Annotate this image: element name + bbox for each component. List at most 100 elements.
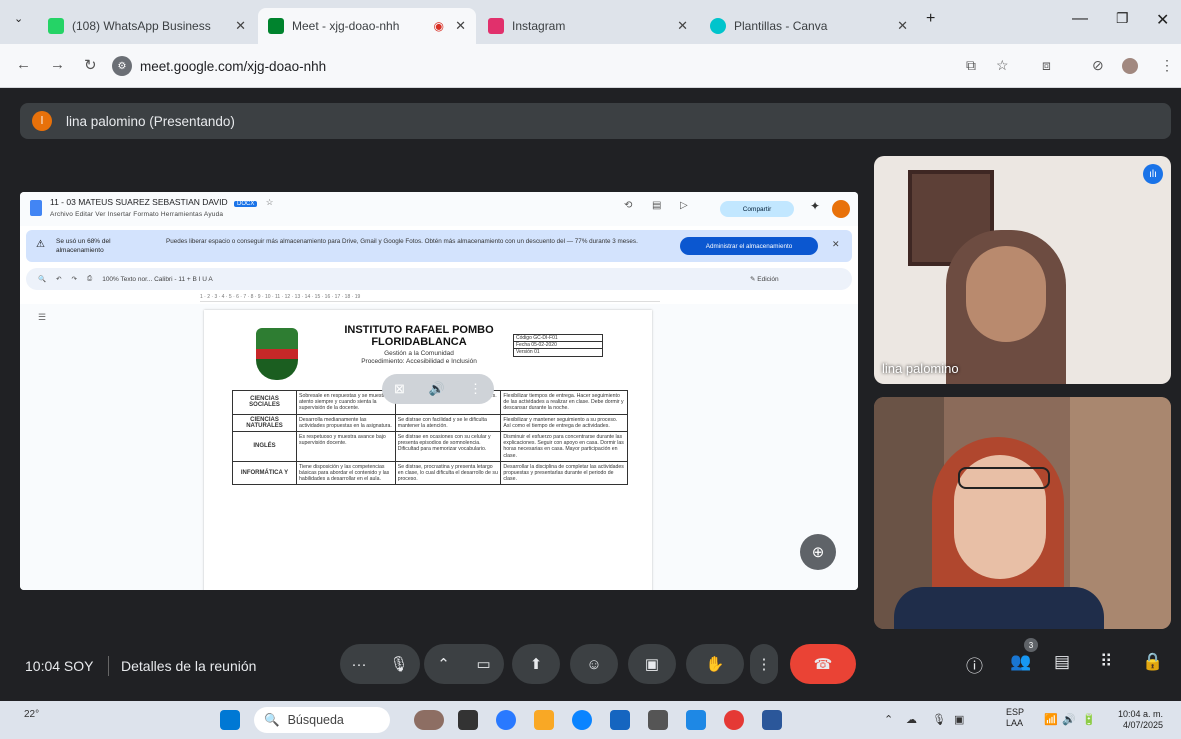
- participant-tile[interactable]: ılı lina palomino: [874, 156, 1171, 384]
- chat-icon[interactable]: ▤: [1054, 652, 1070, 672]
- meet-control-bar: 10:04 SOY Detalles de la reunión ··· 🎙 ⌃…: [0, 630, 1181, 700]
- tab-title: Instagram: [512, 19, 566, 33]
- tab-close-icon[interactable]: ✕: [897, 18, 908, 34]
- meet-icon: [268, 18, 284, 34]
- restore-icon[interactable]: ❐: [1116, 10, 1129, 27]
- meet-present-icon: ▷: [680, 200, 688, 211]
- tab-meet[interactable]: Meet - xjg-doao-nhh ◉ ✕: [258, 8, 476, 44]
- site-info-icon[interactable]: ⚙: [112, 56, 132, 76]
- participant-tile[interactable]: [874, 397, 1171, 629]
- more-options-button[interactable]: ⋮: [750, 644, 778, 684]
- table-cell: Se distrae con facilidad y se le dificul…: [394, 413, 502, 433]
- language-indicator[interactable]: ESP LAA: [1006, 707, 1024, 729]
- task-view-icon[interactable]: [458, 710, 478, 730]
- banner-close-icon: ✕: [832, 239, 840, 249]
- subject-cell: INGLÉS: [232, 431, 297, 462]
- widgets-icon[interactable]: [496, 710, 516, 730]
- tab-title: (108) WhatsApp Business: [72, 19, 211, 33]
- emoji-button[interactable]: ☺: [570, 644, 618, 684]
- battery-icon[interactable]: 🔋: [1082, 713, 1096, 726]
- share-button: Compartir: [720, 201, 794, 217]
- storage-banner: ⚠ Se usó un 68% del almacenamiento Puede…: [26, 230, 852, 262]
- windows-start-icon[interactable]: [220, 710, 240, 730]
- wifi-icon[interactable]: 📶: [1044, 713, 1058, 726]
- doc-toolbar: 🔍 ↶ ↷ ⎙ 100% Texto nor... Calibri - 11 +…: [26, 268, 852, 290]
- print-icon: ⎙: [87, 275, 93, 282]
- chrome-icon[interactable]: [724, 710, 744, 730]
- tab-canva[interactable]: Plantillas - Canva ✕: [700, 8, 918, 44]
- cloud-icon[interactable]: ☁: [906, 713, 917, 726]
- media-icon[interactable]: ⊘: [1092, 57, 1104, 74]
- presenter-avatar: l: [32, 111, 52, 131]
- meeting-info-icon[interactable]: ⓘ: [966, 652, 983, 677]
- audio-icon[interactable]: 🔊: [429, 381, 445, 397]
- edge-icon[interactable]: [572, 710, 592, 730]
- present-button[interactable]: ⬆: [512, 644, 560, 684]
- url-field[interactable]: ⚙ meet.google.com/xjg-doao-nhh: [112, 52, 912, 80]
- more-options-icon[interactable]: ⋮: [469, 381, 482, 397]
- window-close-icon[interactable]: ✕: [1156, 10, 1169, 30]
- copilot-icon[interactable]: [414, 710, 444, 730]
- present-screen-icon: ⬆: [529, 656, 543, 673]
- doc-page: INSTITUTO RAFAEL POMBO FLORIDABLANCA Ges…: [204, 310, 652, 590]
- mail-icon[interactable]: [686, 710, 706, 730]
- captions-icon: ▣: [644, 656, 660, 673]
- table-row: INGLÉS Es respetuoso y muestra avance ba…: [232, 431, 628, 462]
- volume-icon[interactable]: 🔊: [1062, 713, 1076, 726]
- zoom-button[interactable]: ⊕: [800, 534, 836, 570]
- unpin-icon[interactable]: ⊠: [394, 381, 405, 397]
- file-explorer-icon[interactable]: [534, 710, 554, 730]
- storage-title: Se usó un 68% del almacenamiento: [56, 238, 111, 254]
- table-row: CIENCIAS NATURALES Desarrolla medianamen…: [232, 413, 628, 433]
- host-controls-icon[interactable]: 🔒: [1142, 652, 1163, 672]
- taskbar-search[interactable]: 🔍 Búsqueda: [254, 707, 390, 733]
- minimize-icon[interactable]: —: [1072, 10, 1088, 28]
- word-icon[interactable]: [762, 710, 782, 730]
- translate-icon[interactable]: ⧉: [966, 57, 976, 74]
- reload-icon[interactable]: ↻: [84, 56, 97, 74]
- more-audio-icon: ···: [351, 655, 367, 673]
- tray-chevron-icon[interactable]: ⌃: [884, 713, 893, 726]
- captions-button[interactable]: ▣: [628, 644, 676, 684]
- activities-icon[interactable]: ⠿: [1100, 652, 1112, 672]
- hand-icon: ✋: [705, 656, 725, 673]
- tab-close-icon[interactable]: ✕: [677, 18, 688, 34]
- edit-mode: ✎ Edición: [750, 276, 779, 283]
- tab-search-chevron-icon[interactable]: ⌄: [14, 12, 23, 25]
- profile-avatar[interactable]: [1122, 58, 1138, 74]
- meet-tray-icon[interactable]: ▣: [954, 713, 964, 726]
- new-tab-icon[interactable]: +: [926, 10, 935, 28]
- people-icon[interactable]: 👥: [1010, 652, 1031, 672]
- browser-menu-icon[interactable]: ⋮: [1160, 57, 1174, 74]
- meeting-clock: 10:04 SOY: [25, 658, 94, 674]
- tab-close-icon[interactable]: ✕: [455, 18, 466, 34]
- bookmark-star-icon[interactable]: ☆: [996, 57, 1009, 74]
- table-row: INFORMÁTICA Y Tiene disposición y las co…: [232, 460, 628, 486]
- participant-face: [966, 246, 1046, 342]
- presentation-controls[interactable]: ⊠ 🔊 ⋮: [382, 374, 494, 404]
- undo-icon: ↶: [56, 276, 62, 283]
- shared-screen: 11 - 03 MATEUS SUAREZ SEBASTIAN DAVID DO…: [20, 192, 858, 590]
- leave-call-button[interactable]: ☎: [790, 644, 856, 684]
- observations-table: CIENCIAS SOCIALES Sobresale en respuesta…: [232, 390, 628, 486]
- mic-tray-icon[interactable]: 🎙: [932, 713, 946, 726]
- meeting-details-link[interactable]: Detalles de la reunión: [121, 658, 256, 674]
- tab-whatsapp[interactable]: (108) WhatsApp Business ✕: [38, 8, 256, 44]
- raise-hand-button[interactable]: ✋: [686, 644, 744, 684]
- gemini-icon: ✦: [810, 199, 821, 213]
- manage-storage-button: Administrar el almacenamiento: [680, 237, 818, 255]
- taskbar-clock[interactable]: 10:04 a. m. 4/07/2025: [1118, 709, 1163, 731]
- app-icon[interactable]: [648, 710, 668, 730]
- extensions-icon[interactable]: ⧈: [1042, 57, 1051, 74]
- store-icon[interactable]: [610, 710, 630, 730]
- search-menu-icon: 🔍: [38, 276, 47, 283]
- camera-button[interactable]: ⌃ ▭: [424, 644, 504, 684]
- tab-close-icon[interactable]: ✕: [235, 18, 246, 34]
- forward-icon[interactable]: →: [50, 56, 65, 73]
- weather-widget[interactable]: 22°: [24, 709, 39, 720]
- people-count-badge: 3: [1024, 638, 1038, 652]
- windows-taskbar: 22° 🔍 Búsqueda ⌃ ☁ 🎙 ▣ ESP LAA 📶 🔊 🔋 10:0…: [0, 701, 1181, 739]
- microphone-button[interactable]: ··· 🎙: [340, 644, 420, 684]
- back-icon[interactable]: ←: [16, 56, 31, 73]
- tab-instagram[interactable]: Instagram ✕: [478, 8, 698, 44]
